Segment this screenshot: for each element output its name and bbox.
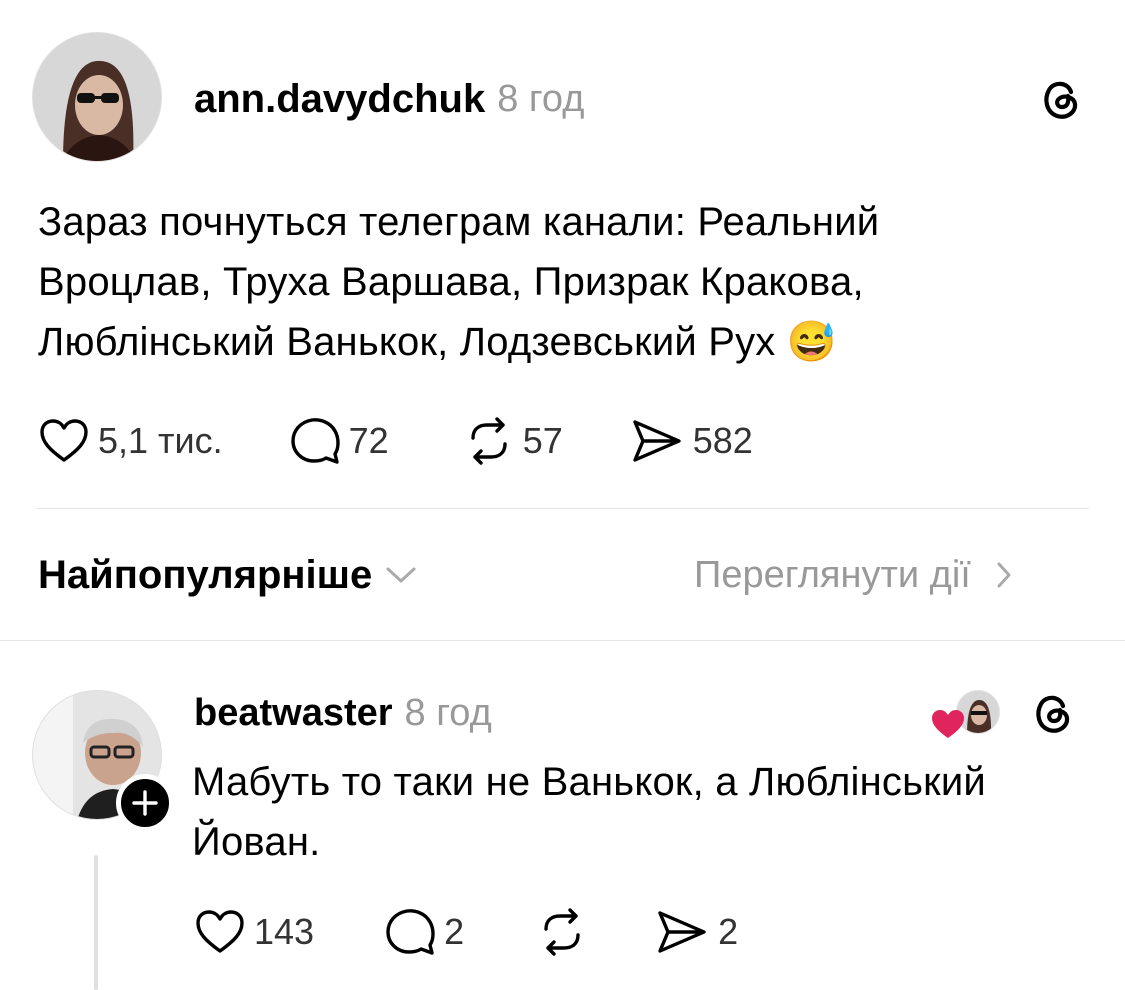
reply-text: Мабуть то таки не Ванькок, а Люблінський… [192, 752, 1102, 872]
reply-actions: 143 2 2 [194, 906, 738, 958]
threads-logo-icon[interactable] [1038, 76, 1084, 122]
thread-line [94, 855, 98, 990]
like-button[interactable]: 5,1 тис. [38, 418, 223, 464]
share-count: 582 [692, 420, 753, 461]
share-button[interactable]: 582 [629, 416, 753, 466]
repost-icon [463, 416, 515, 466]
repost-count: 57 [522, 420, 563, 461]
reply-time: 8 год [404, 691, 492, 734]
post-divider [36, 508, 1089, 509]
chevron-down-icon [384, 564, 418, 586]
reply-text-line: Йован. [192, 820, 321, 864]
share-icon [654, 907, 710, 957]
sweat-smile-emoji: 😅 [786, 320, 837, 364]
liked-by-author-badge [930, 690, 1002, 738]
post-time: 8 год [497, 77, 585, 120]
reply-count: 72 [348, 420, 389, 461]
author-avatar[interactable] [32, 32, 162, 162]
follow-plus-button[interactable] [116, 774, 174, 832]
reply-like-button[interactable]: 143 [194, 909, 314, 955]
reply-username[interactable]: beatwaster [194, 692, 393, 735]
sort-label: Найпопулярніше [38, 552, 373, 597]
author-username[interactable]: ann.davydchuk [194, 77, 485, 122]
reply-reply-count: 2 [444, 911, 465, 952]
reply-threads-logo-icon[interactable] [1030, 690, 1076, 736]
reply-share-count: 2 [718, 911, 739, 952]
section-divider [0, 640, 1125, 641]
reply-share-button[interactable]: 2 [654, 907, 738, 957]
reply-text-line: Мабуть то таки не Ванькок, а Люблінський [192, 760, 986, 804]
heart-icon [38, 418, 90, 464]
red-heart-icon [930, 708, 966, 740]
comment-bubble-icon [384, 907, 436, 957]
plus-icon [132, 790, 158, 816]
post-text-line: Вроцлав, Труха Варшава, Призрак Кракова, [38, 260, 864, 304]
repost-icon [536, 907, 588, 957]
like-count: 5,1 тис. [98, 420, 223, 461]
share-icon [629, 416, 685, 466]
chevron-right-icon [995, 560, 1013, 590]
view-activity-label: Переглянути дії [694, 553, 971, 596]
view-activity-link[interactable]: Переглянути дії [694, 548, 1013, 602]
post-text-line: Зараз почнуться телеграм канали: Реальни… [38, 200, 880, 244]
reply-reply-button[interactable]: 2 [384, 907, 464, 957]
reply-button[interactable]: 72 [289, 416, 389, 466]
reply-repost-button[interactable] [536, 907, 588, 957]
post-text: Зараз почнуться телеграм канали: Реальни… [38, 192, 1098, 372]
reply-like-count: 143 [254, 911, 315, 952]
sort-dropdown[interactable]: Найпопулярніше [38, 548, 418, 602]
author-avatar-image [33, 33, 161, 161]
heart-icon [194, 909, 246, 955]
post-actions: 5,1 тис. 72 57 582 [38, 415, 753, 467]
repost-button[interactable]: 57 [463, 416, 563, 466]
post-text-line: Люблінський Ванькок, Лодзевський Рух 😅 [38, 320, 837, 364]
comment-bubble-icon [289, 416, 341, 466]
